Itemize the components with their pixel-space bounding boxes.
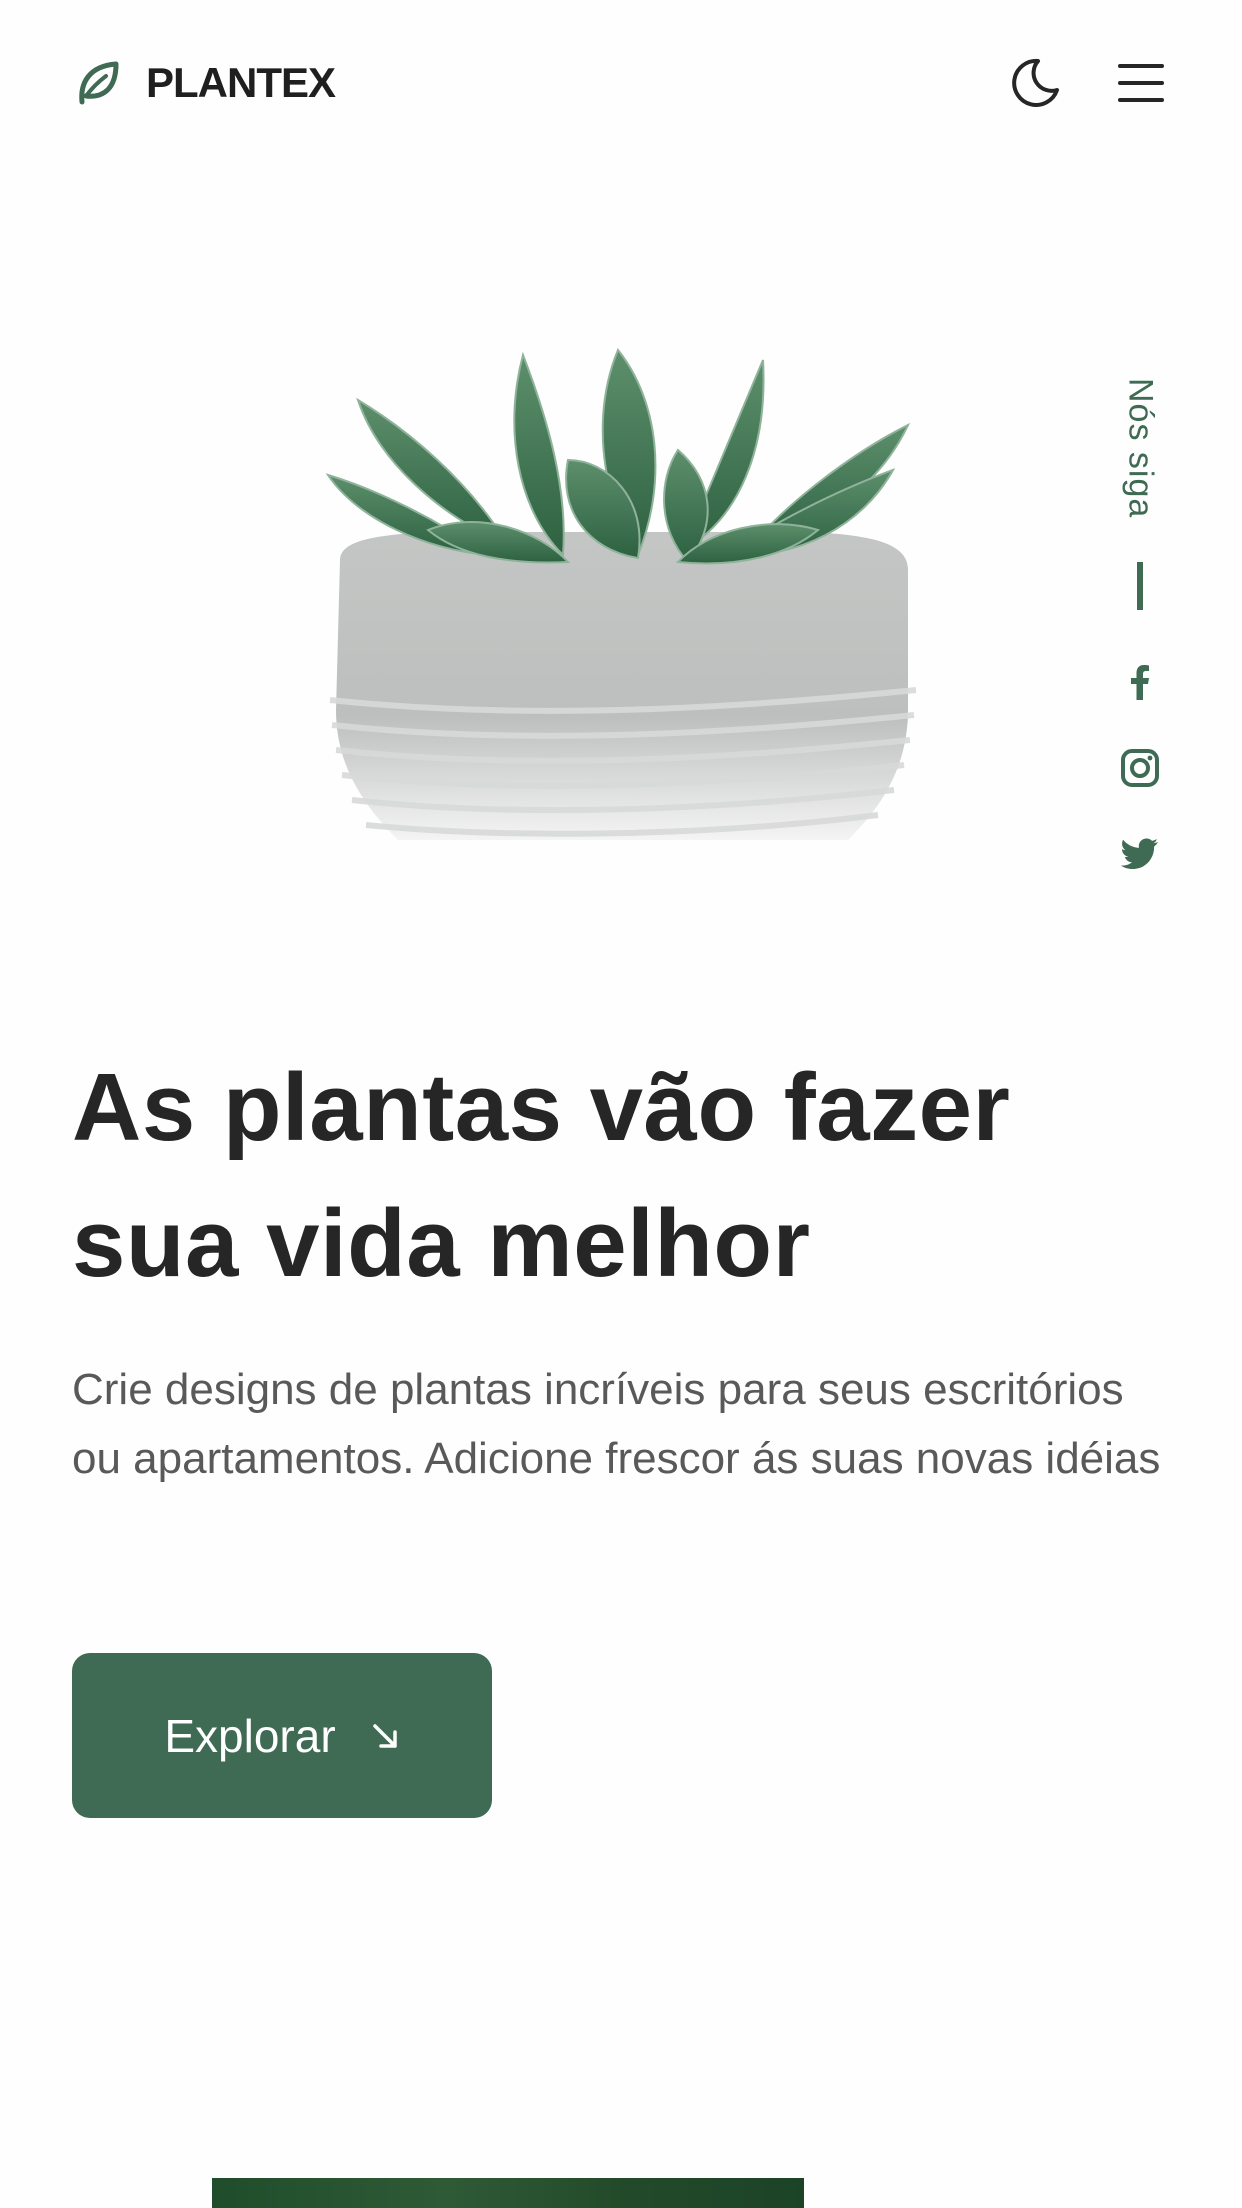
moon-icon[interactable] <box>1008 56 1062 110</box>
social-follow-label: Nós siga <box>1121 378 1160 519</box>
header: PLANTEX <box>0 0 1242 170</box>
hamburger-menu-icon[interactable] <box>1116 58 1166 108</box>
brand-name: PLANTEX <box>146 59 336 106</box>
explore-button[interactable]: Explorar <box>72 1653 492 1818</box>
hero-description: Crie designs de plantas incríveis para s… <box>72 1365 1161 1483</box>
next-section-image <box>212 2178 804 2208</box>
hero-plant-image <box>325 348 917 840</box>
hero-title: As plantas vão fazer sua vida melhor <box>72 1054 1011 1297</box>
leaf-icon <box>79 61 119 105</box>
social-follow: Nós siga <box>1108 378 1172 898</box>
explore-button-label: Explorar <box>164 1709 336 1762</box>
twitter-icon[interactable] <box>1120 834 1160 874</box>
social-divider <box>1137 562 1143 610</box>
brand-logo-link[interactable]: PLANTEX <box>72 58 336 108</box>
facebook-icon[interactable] <box>1120 662 1160 702</box>
instagram-icon[interactable] <box>1120 748 1160 788</box>
arrow-down-right-icon <box>372 1723 397 1748</box>
